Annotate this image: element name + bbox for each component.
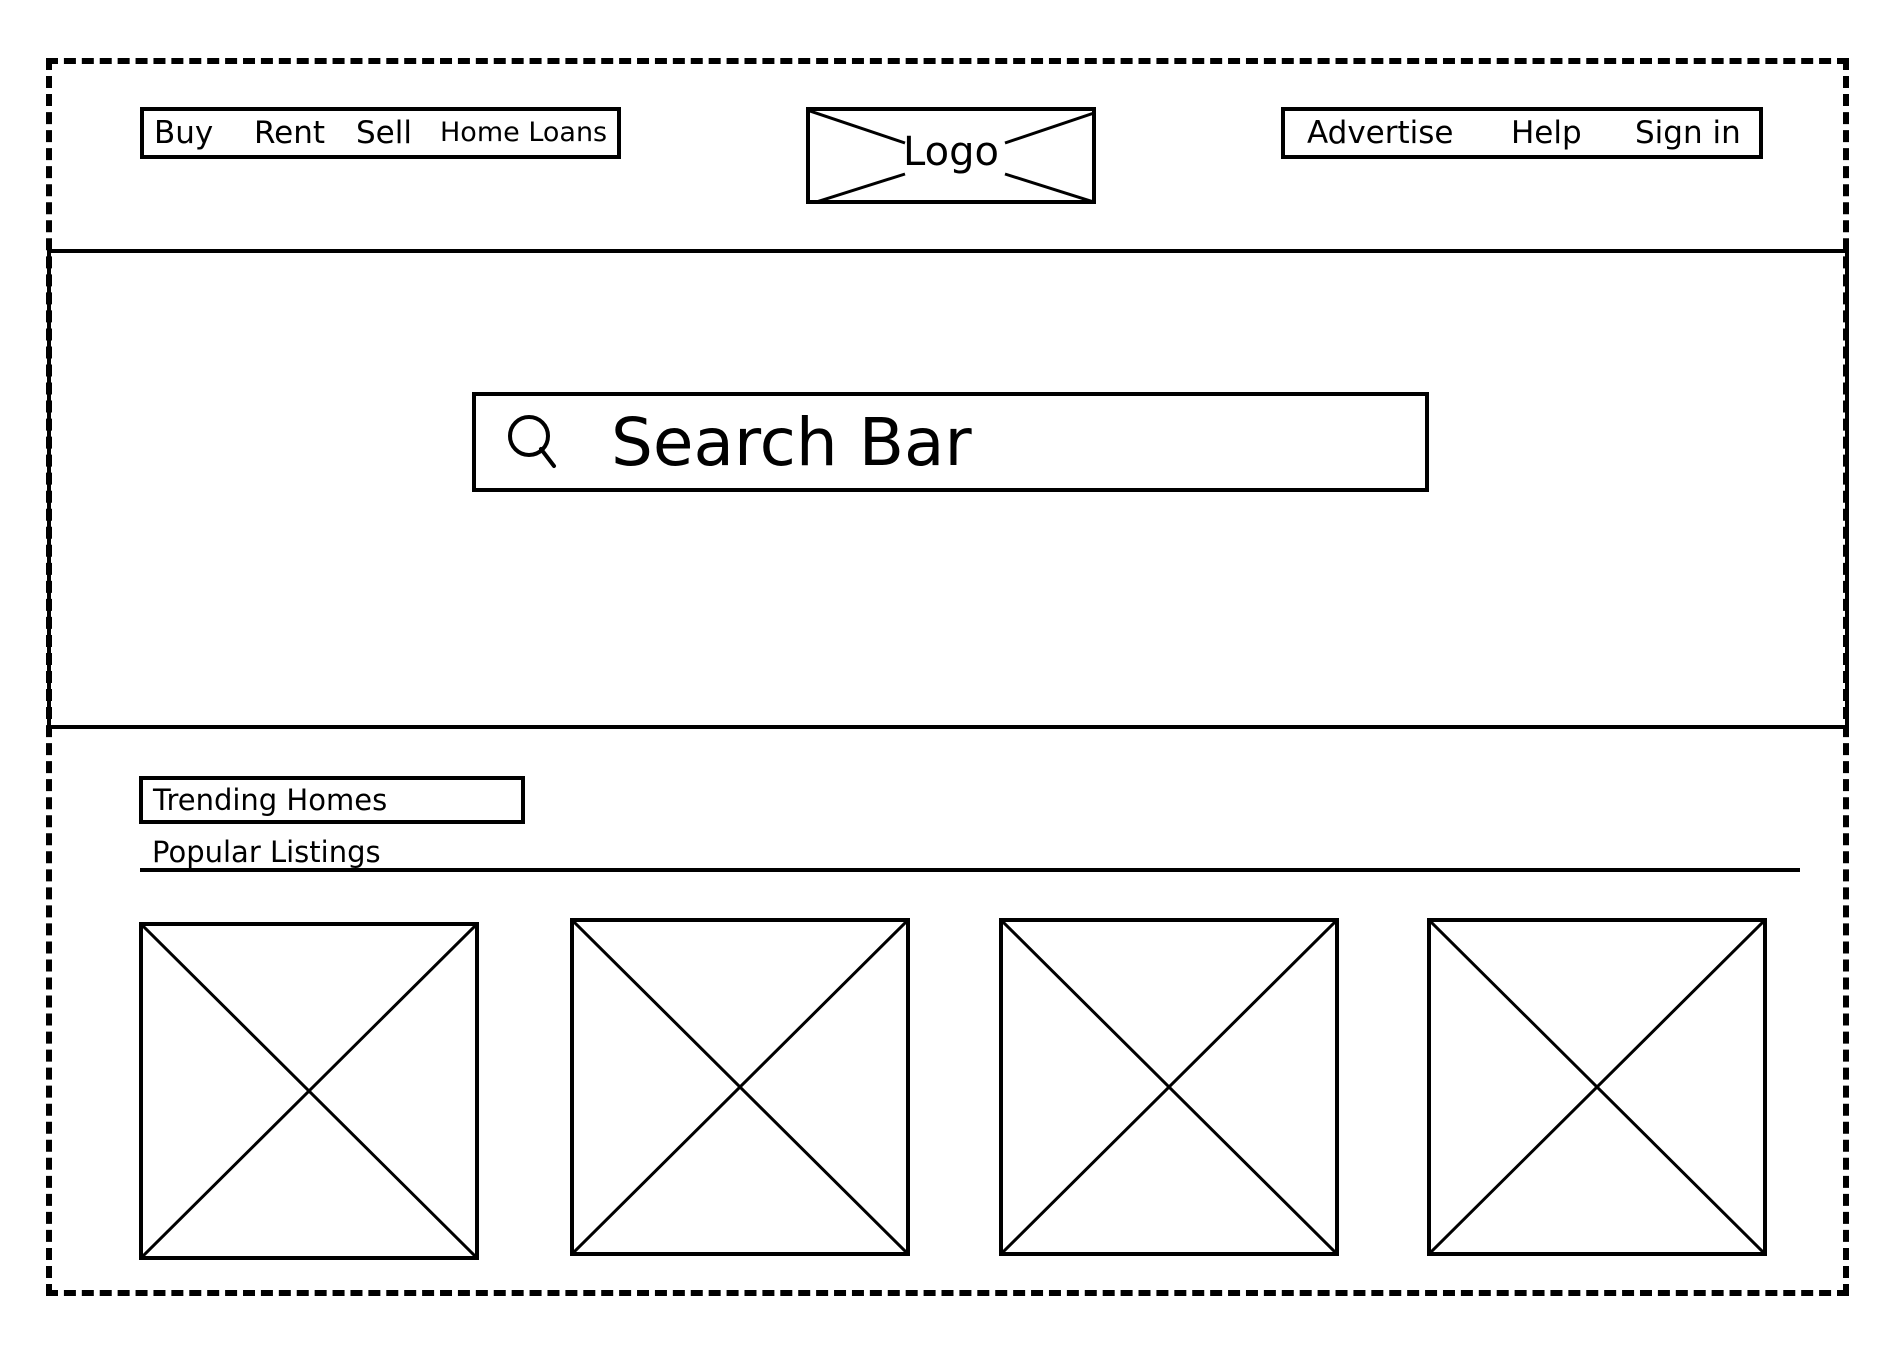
listing-card-3[interactable] [999, 918, 1339, 1256]
image-placeholder-icon [1431, 922, 1763, 1252]
listing-card-1[interactable] [139, 922, 479, 1260]
logo-label: Logo [903, 129, 999, 175]
nav-advertise-link[interactable]: Advertise [1307, 111, 1454, 155]
nav-sign-in-link[interactable]: Sign in [1635, 111, 1741, 155]
secondary-nav: Advertise Help Sign in [1281, 107, 1763, 159]
listing-card-4[interactable] [1427, 918, 1767, 1256]
image-placeholder-icon [574, 922, 906, 1252]
nav-rent-link[interactable]: Rent [254, 111, 325, 155]
nav-sell-link[interactable]: Sell [356, 111, 412, 155]
listing-card-2[interactable] [570, 918, 910, 1256]
search-input[interactable]: Search Bar [611, 408, 972, 478]
logo[interactable]: Logo [806, 107, 1096, 204]
nav-home-loans-link[interactable]: Home Loans [440, 111, 607, 155]
search-bar[interactable]: Search Bar [472, 392, 1429, 492]
nav-buy-link[interactable]: Buy [154, 111, 213, 155]
primary-nav: Buy Rent Sell Home Loans [140, 107, 621, 159]
section-subtitle: Popular Listings [152, 835, 381, 869]
image-placeholder-icon [143, 926, 475, 1256]
section-heading-box: Trending Homes [139, 776, 525, 824]
search-icon [508, 415, 556, 468]
image-placeholder-icon [1003, 922, 1335, 1252]
section-title: Trending Homes [153, 783, 388, 817]
nav-help-link[interactable]: Help [1511, 111, 1582, 155]
section-divider [140, 868, 1800, 872]
